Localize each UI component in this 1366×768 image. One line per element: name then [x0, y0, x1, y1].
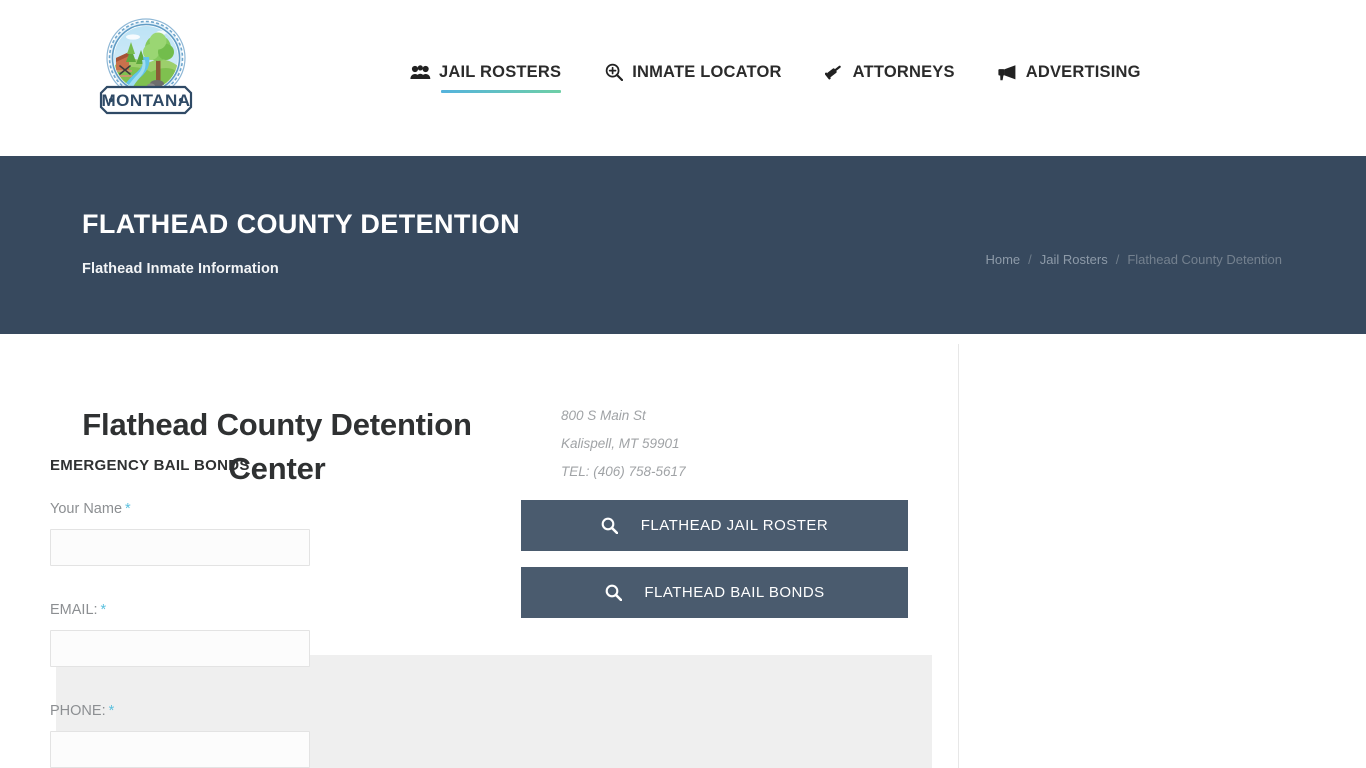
phone-input[interactable]	[50, 731, 310, 768]
facility-address: 800 S Main St Kalispell, MT 59901 TEL: (…	[561, 402, 686, 486]
search-plus-icon	[603, 63, 624, 81]
your-name-label: Your Name *	[50, 499, 310, 519]
sidebar-title: EMERGENCY BAIL BONDS	[50, 457, 250, 474]
nav-label: ADVERTISING	[1025, 63, 1141, 81]
breadcrumb-item-jail-rosters[interactable]: Jail Rosters	[1040, 251, 1108, 269]
button-label: FLATHEAD JAIL ROSTER	[640, 517, 829, 534]
phone-label: PHONE: *	[50, 701, 310, 721]
main-navigation: JAIL ROSTERS INMATE LOCATOR ATTORNEYS AD…	[410, 62, 1141, 93]
breadcrumb-item-current: Flathead County Detention	[1127, 252, 1282, 267]
label-text: PHONE:	[50, 703, 106, 719]
nav-item-jail-rosters[interactable]: JAIL ROSTERS	[410, 62, 562, 93]
gavel-icon	[824, 63, 845, 81]
bail-bonds-button[interactable]: FLATHEAD BAIL BONDS	[521, 567, 908, 618]
sidebar	[958, 344, 1366, 768]
form-field-your-name: Your Name *	[50, 499, 310, 566]
action-button-group: FLATHEAD JAIL ROSTER FLATHEAD BAIL BONDS	[521, 500, 908, 618]
button-label: FLATHEAD BAIL BONDS	[644, 584, 825, 601]
page-banner: FLATHEAD COUNTY DETENTION Flathead Inmat…	[0, 156, 1366, 334]
address-city-state-zip: Kalispell, MT 59901	[561, 436, 680, 451]
address-phone: TEL: (406) 758-5617	[561, 464, 686, 479]
your-name-input[interactable]	[50, 529, 310, 566]
label-text: Your Name	[50, 501, 123, 517]
page-subtitle: Flathead Inmate Information	[82, 261, 279, 277]
search-icon	[601, 517, 619, 535]
form-field-phone: PHONE: *	[50, 701, 310, 768]
nav-item-inmate-locator[interactable]: INMATE LOCATOR	[603, 62, 781, 93]
breadcrumb-item-home[interactable]: Home	[985, 251, 1020, 269]
nav-label: JAIL ROSTERS	[439, 63, 562, 81]
svg-text:MONTANA: MONTANA	[101, 91, 190, 110]
nav-label: ATTORNEYS	[852, 63, 955, 81]
email-label: EMAIL: *	[50, 600, 310, 620]
site-header: MONTANA JAIL ROSTERS INMATE LOCATOR ATTO…	[0, 0, 1366, 156]
users-group-icon	[410, 63, 431, 81]
breadcrumb: Home / Jail Rosters / Flathead County De…	[985, 251, 1282, 269]
montana-badge-logo: MONTANA	[99, 18, 193, 115]
required-asterisk: *	[108, 703, 115, 719]
required-asterisk: *	[125, 501, 131, 517]
nav-label: INMATE LOCATOR	[632, 63, 782, 81]
nav-item-attorneys[interactable]: ATTORNEYS	[824, 62, 955, 93]
nav-item-advertising[interactable]: ADVERTISING	[997, 62, 1141, 93]
site-logo[interactable]: MONTANA	[85, 14, 207, 118]
breadcrumb-separator: /	[1115, 252, 1120, 267]
bullhorn-icon	[997, 63, 1018, 81]
address-street: 800 S Main St	[561, 408, 646, 423]
required-asterisk: *	[100, 602, 107, 618]
form-field-email: EMAIL: *	[50, 600, 310, 667]
page-title: FLATHEAD COUNTY DETENTION	[82, 209, 520, 239]
email-input[interactable]	[50, 630, 310, 667]
facility-name: Flathead County Detention Center	[82, 407, 472, 486]
label-text: EMAIL:	[50, 602, 98, 618]
breadcrumb-separator: /	[1028, 252, 1032, 267]
jail-roster-button[interactable]: FLATHEAD JAIL ROSTER	[521, 500, 908, 551]
search-icon	[604, 584, 622, 602]
